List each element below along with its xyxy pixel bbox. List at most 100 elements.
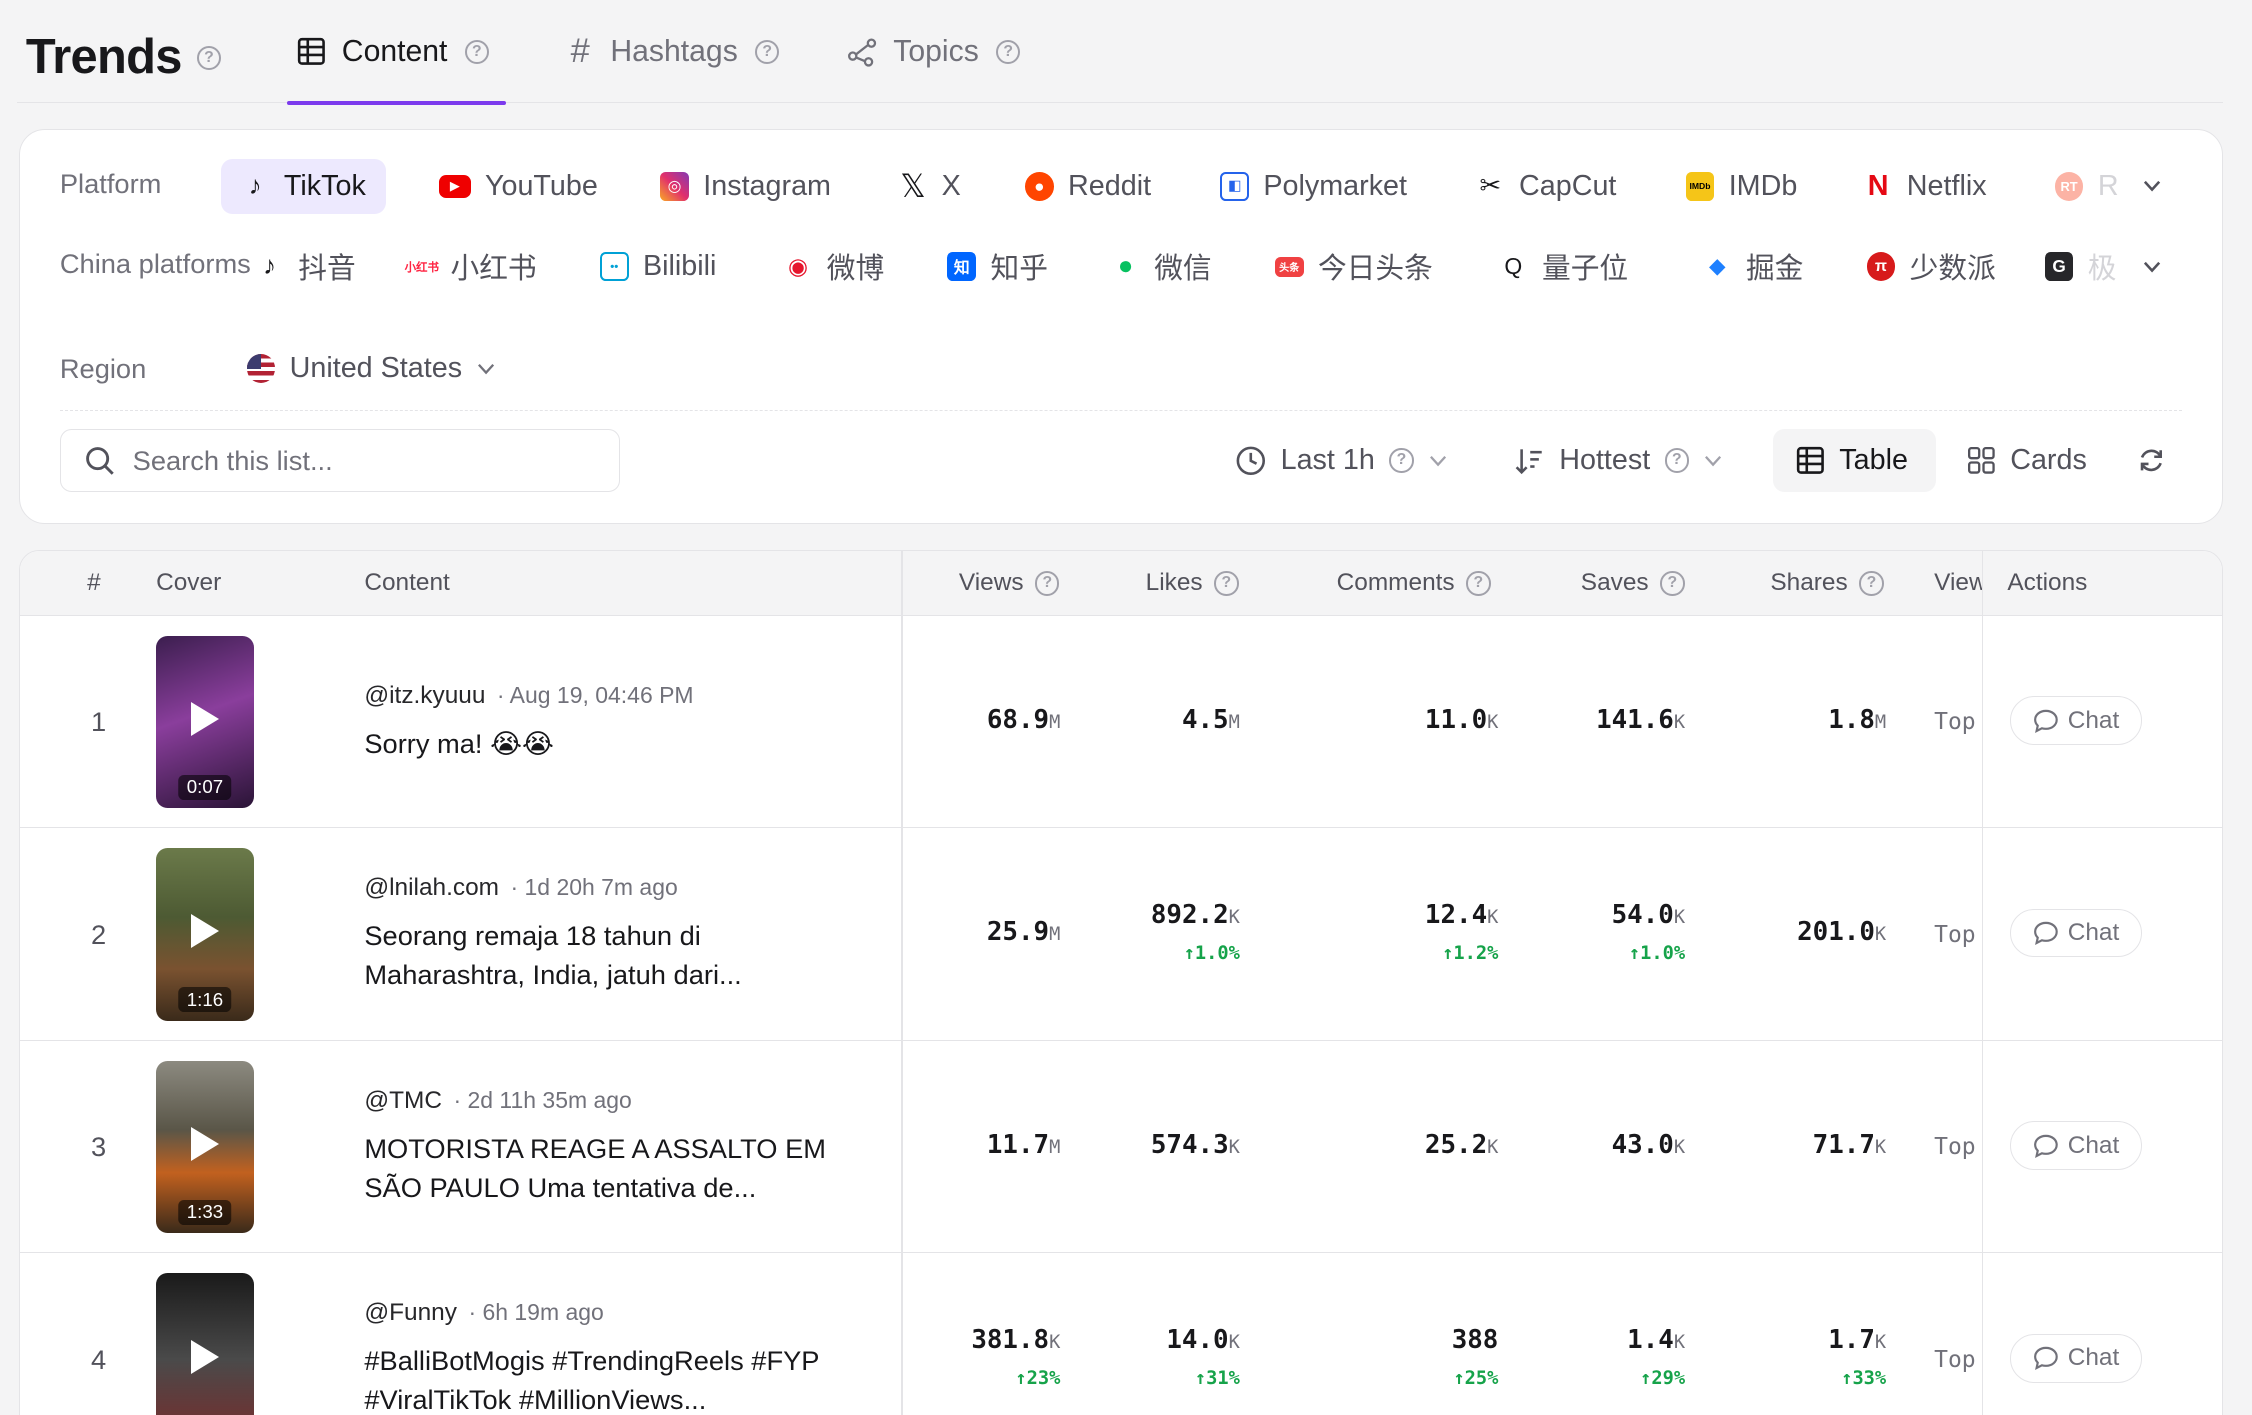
shares-delta: ↑33% — [1841, 1368, 1887, 1390]
video-cover[interactable]: 1:16 — [156, 848, 254, 1021]
table-row[interactable]: 3 1:33 @TMC · 2d 11h 35m ago MOTORISTA RE… — [19, 1041, 2223, 1254]
refresh-icon[interactable] — [2137, 446, 2166, 475]
platform-youtube[interactable]: ▶ YouTube — [419, 159, 618, 214]
col-comments[interactable]: Comments? — [1337, 551, 1491, 616]
sort-select[interactable]: Hottest ? — [1490, 429, 1746, 492]
view-table-button[interactable]: Table — [1773, 428, 1936, 493]
author-name[interactable]: @TMC — [364, 1087, 442, 1114]
chat-button[interactable]: Chat — [2010, 1121, 2143, 1171]
platform-toutiao[interactable]: 头条 今日头条 — [1255, 239, 1453, 294]
col-views[interactable]: Views? — [959, 551, 1060, 616]
platform-xiaohongshu[interactable]: 小红书 小红书 — [387, 239, 556, 294]
search-box[interactable] — [59, 428, 620, 493]
platform-label-text: YouTube — [484, 169, 598, 202]
help-icon[interactable]: ? — [996, 39, 1021, 64]
platform-label-text: 今日头条 — [1317, 253, 1433, 286]
platform-x[interactable]: 𝕏 X — [879, 159, 981, 214]
trends-page: Trends ? Content ? # Hashtags ? Topics ?… — [0, 0, 2252, 1415]
video-cover[interactable] — [156, 1273, 254, 1415]
content-title[interactable]: Sorry ma! 😭😭 — [364, 725, 852, 764]
help-icon[interactable]: ? — [196, 45, 222, 71]
col-rank: # — [87, 569, 101, 597]
platform-wechat[interactable]: ● 微信 — [1091, 239, 1232, 294]
author-handle[interactable]: @lnilah.com · 1d 20h 7m ago — [364, 874, 677, 902]
platform-reddit[interactable]: ● Reddit — [1005, 159, 1171, 214]
help-icon[interactable]: ? — [755, 39, 780, 64]
chat-button[interactable]: Chat — [2010, 908, 2143, 958]
video-cover[interactable]: 1:33 — [156, 1060, 254, 1234]
view-cards-button[interactable]: Cards — [1944, 429, 2110, 492]
author-handle[interactable]: @itz.kyuuu · Aug 19, 04:46 PM — [364, 682, 693, 710]
tab-content[interactable]: Content ? — [287, 0, 506, 105]
help-icon[interactable]: ? — [464, 39, 490, 64]
author-handle[interactable]: @TMC · 2d 11h 35m ago — [364, 1087, 631, 1115]
search-input[interactable] — [132, 444, 564, 477]
platform-instagram[interactable]: ◎ Instagram — [640, 159, 851, 214]
col-saves[interactable]: Saves? — [1581, 551, 1685, 616]
platform-capcut[interactable]: ✂ CapCut — [1456, 159, 1637, 214]
row-rank: 4 — [91, 1343, 107, 1375]
platform-netflix[interactable]: N Netflix — [1844, 159, 2007, 214]
platform-polymarket[interactable]: ◧ Polymarket — [1200, 159, 1427, 214]
comments-value: 12.4K — [1424, 900, 1499, 931]
platform-label-text: Netflix — [1906, 169, 1987, 202]
table-row[interactable]: 2 1:16 @lnilah.com · 1d 20h 7m ago Seoran… — [19, 828, 2223, 1041]
grid-icon — [1968, 447, 1995, 474]
chat-button[interactable]: Chat — [2010, 1333, 2143, 1383]
platform-label-text: Polymarket — [1263, 169, 1408, 202]
platform-juejin[interactable]: ◆ 掘金 — [1683, 239, 1824, 294]
video-cover[interactable]: 0:07 — [156, 635, 254, 809]
wechat-icon: ● — [1117, 252, 1134, 281]
chevron-down-icon[interactable] — [2142, 257, 2162, 277]
platform-douyin[interactable]: ♪ 抖音 — [235, 239, 376, 294]
help-icon[interactable]: ? — [1389, 448, 1414, 473]
saves-value: 43.0K — [1611, 1129, 1686, 1160]
table-row[interactable]: 1 0:07 @itz.kyuuu · Aug 19, 04:46 PM Sorr… — [19, 616, 2223, 829]
author-name[interactable]: @lnilah.com — [364, 874, 499, 901]
platform-label-text: 微博 — [826, 253, 885, 286]
content-title[interactable]: #BalliBotMogis #TrendingReels #FYP #Vira… — [364, 1342, 852, 1414]
tab-label: Content — [341, 34, 448, 68]
content-title[interactable]: MOTORISTA REAGE A ASSALTO EM SÃO PAULO U… — [364, 1130, 852, 1208]
time-range-select[interactable]: Last 1h ? — [1212, 429, 1471, 492]
platform-weibo[interactable]: ◉ 微博 — [764, 239, 905, 294]
table-row[interactable]: 4 @Funny · 6h 19m ago #BalliBotMogis #Tre… — [20, 1253, 2223, 1415]
region-select[interactable]: United States — [226, 341, 516, 396]
help-icon[interactable]: ? — [1466, 571, 1491, 596]
tab-topics[interactable]: Topics ? — [847, 0, 1021, 103]
clock-icon — [1236, 446, 1265, 475]
platform-sspai[interactable]: π 少数派 — [1847, 239, 2016, 294]
help-icon[interactable]: ? — [1214, 571, 1239, 596]
shares-value: 1.8M — [1828, 704, 1887, 735]
author-name[interactable]: @Funny — [364, 1299, 457, 1326]
author-name[interactable]: @itz.kyuuu — [364, 682, 485, 709]
col-likes[interactable]: Likes? — [1146, 551, 1239, 616]
help-icon[interactable]: ? — [1035, 571, 1060, 596]
help-icon[interactable]: ? — [1660, 571, 1685, 596]
platform-liangziwei[interactable]: Q 量子位 — [1479, 239, 1648, 294]
tab-hashtags[interactable]: # Hashtags ? — [564, 0, 780, 103]
help-icon[interactable]: ? — [1664, 448, 1689, 473]
author-handle[interactable]: @Funny · 6h 19m ago — [364, 1299, 603, 1327]
platform-label-text: 知乎 — [990, 253, 1048, 286]
sspai-icon: π — [1866, 252, 1896, 282]
views-value: 25.9M — [986, 917, 1061, 948]
help-icon[interactable]: ? — [1859, 571, 1884, 596]
douyin-icon: ♪ — [263, 252, 276, 281]
chat-button[interactable]: Chat — [2010, 696, 2143, 745]
chevron-down-icon[interactable] — [2142, 176, 2162, 196]
platform-label-text: 微信 — [1154, 253, 1212, 286]
reddit-icon: ● — [1024, 171, 1054, 201]
search-q-icon: Q — [1504, 253, 1523, 280]
netflix-icon: N — [1867, 169, 1889, 202]
platform-zhihu[interactable]: 知 知乎 — [927, 239, 1068, 294]
platform-imdb[interactable]: IMDb IMDb — [1666, 159, 1818, 214]
col-shares[interactable]: Shares? — [1770, 551, 1884, 616]
platform-ji[interactable]: G 极 — [2025, 239, 2137, 294]
platform-tiktok[interactable]: ♪ TikTok — [220, 158, 386, 214]
platform-bilibili[interactable]: •• Bilibili — [580, 239, 737, 294]
actions-column-divider — [1981, 551, 1983, 1415]
content-title[interactable]: Seorang remaja 18 tahun di Maharashtra, … — [364, 917, 852, 995]
platform-rt[interactable]: RT R — [2035, 159, 2139, 214]
zhihu-icon: 知 — [947, 252, 977, 282]
